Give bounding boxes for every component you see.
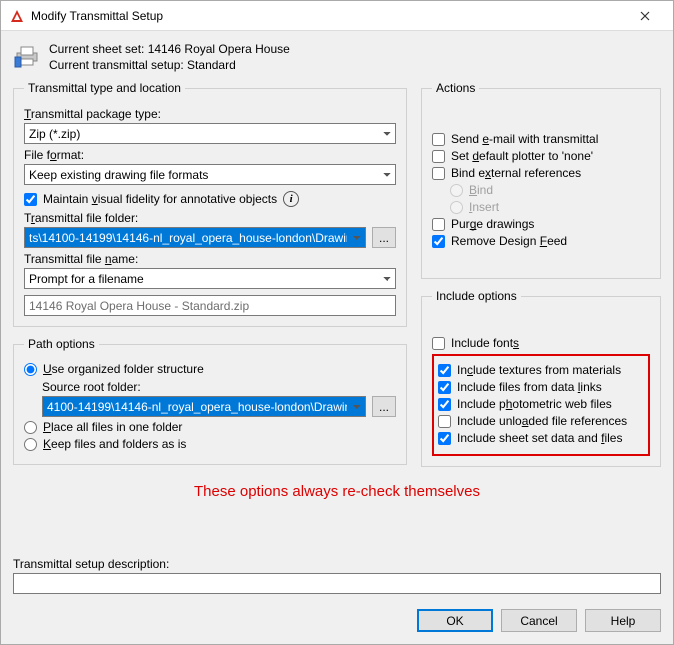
current-sheet-set: Current sheet set: 14146 Royal Opera Hou… bbox=[49, 41, 290, 57]
help-button[interactable]: Help bbox=[585, 609, 661, 632]
send-email-checkbox[interactable] bbox=[432, 133, 445, 146]
file-name-label: Transmittal file name: bbox=[24, 252, 396, 266]
browse-folder-button[interactable]: ... bbox=[372, 227, 396, 248]
include-options-legend: Include options bbox=[432, 289, 521, 303]
dialog-window: Modify Transmittal Setup Current sheet s… bbox=[0, 0, 674, 645]
use-organized-radio[interactable] bbox=[24, 363, 37, 376]
include-textures-checkbox[interactable] bbox=[438, 364, 451, 377]
include-sheetset-checkbox[interactable] bbox=[438, 432, 451, 445]
cancel-button[interactable]: Cancel bbox=[501, 609, 577, 632]
include-options-group: Include options Include fonts Include te… bbox=[421, 289, 661, 467]
file-format-label: File format: bbox=[24, 148, 396, 162]
path-options-group: Path options Use organized folder struct… bbox=[13, 337, 407, 465]
include-unloaded-label: Include unloaded file references bbox=[457, 414, 627, 428]
file-name-preview bbox=[24, 295, 396, 316]
file-folder-select[interactable]: ts\14100-14199\14146-nl_royal_opera_hous… bbox=[24, 227, 366, 248]
remove-feed-checkbox[interactable] bbox=[432, 235, 445, 248]
printer-icon bbox=[13, 41, 41, 73]
current-setup: Current transmittal setup: Standard bbox=[49, 57, 290, 73]
purge-checkbox[interactable] bbox=[432, 218, 445, 231]
set-plotter-label: Set default plotter to 'none' bbox=[451, 149, 593, 163]
set-plotter-checkbox[interactable] bbox=[432, 150, 445, 163]
source-root-select[interactable]: 4100-14199\14146-nl_royal_opera_house-lo… bbox=[42, 396, 366, 417]
path-options-legend: Path options bbox=[24, 337, 99, 351]
package-type-select[interactable]: Zip (*.zip) bbox=[24, 123, 396, 144]
bind-xref-checkbox[interactable] bbox=[432, 167, 445, 180]
app-logo-icon bbox=[9, 8, 25, 24]
bind-radio bbox=[450, 184, 463, 197]
include-datalinks-label: Include files from data links bbox=[457, 380, 602, 394]
remove-feed-label: Remove Design Feed bbox=[451, 234, 567, 248]
include-fonts-label: Include fonts bbox=[451, 336, 519, 350]
actions-legend: Actions bbox=[432, 81, 479, 95]
highlight-box: Include textures from materials Include … bbox=[432, 354, 650, 456]
type-location-group: Transmittal type and location Transmitta… bbox=[13, 81, 407, 327]
include-textures-label: Include textures from materials bbox=[457, 363, 621, 377]
bind-label: Bind bbox=[469, 183, 493, 197]
annotation-text: These options always re-check themselves bbox=[13, 483, 661, 500]
browse-root-button[interactable]: ... bbox=[372, 396, 396, 417]
actions-group: Actions Send e-mail with transmittal Set… bbox=[421, 81, 661, 279]
visual-fidelity-label: Maintain visual fidelity for annotative … bbox=[43, 192, 277, 206]
close-button[interactable] bbox=[625, 1, 665, 31]
place-all-label: Place all files in one folder bbox=[43, 420, 182, 434]
info-icon[interactable]: i bbox=[283, 191, 299, 207]
include-photometric-label: Include photometric web files bbox=[457, 397, 612, 411]
place-all-radio[interactable] bbox=[24, 421, 37, 434]
file-name-select[interactable]: Prompt for a filename bbox=[24, 268, 396, 289]
include-fonts-checkbox[interactable] bbox=[432, 337, 445, 350]
desc-input[interactable] bbox=[13, 573, 661, 594]
desc-label: Transmittal setup description: bbox=[13, 557, 661, 571]
ok-button[interactable]: OK bbox=[417, 609, 493, 632]
file-folder-label: Transmittal file folder: bbox=[24, 211, 396, 225]
use-organized-label: Use organized folder structure bbox=[43, 362, 204, 376]
source-root-label: Source root folder: bbox=[42, 380, 396, 394]
file-format-select[interactable]: Keep existing drawing file formats bbox=[24, 164, 396, 185]
visual-fidelity-checkbox[interactable] bbox=[24, 193, 37, 206]
include-unloaded-checkbox[interactable] bbox=[438, 415, 451, 428]
include-datalinks-checkbox[interactable] bbox=[438, 381, 451, 394]
window-title: Modify Transmittal Setup bbox=[31, 9, 163, 23]
type-location-legend: Transmittal type and location bbox=[24, 81, 185, 95]
include-photometric-checkbox[interactable] bbox=[438, 398, 451, 411]
bind-xref-label: Bind external references bbox=[451, 166, 581, 180]
header-info: Current sheet set: 14146 Royal Opera Hou… bbox=[13, 41, 661, 73]
send-email-label: Send e-mail with transmittal bbox=[451, 132, 598, 146]
purge-label: Purge drawings bbox=[451, 217, 534, 231]
titlebar: Modify Transmittal Setup bbox=[1, 1, 673, 31]
insert-label: Insert bbox=[469, 200, 499, 214]
keep-asis-label: Keep files and folders as is bbox=[43, 437, 186, 451]
package-type-label: Transmittal package type: bbox=[24, 107, 396, 121]
keep-asis-radio[interactable] bbox=[24, 438, 37, 451]
insert-radio bbox=[450, 201, 463, 214]
include-sheetset-label: Include sheet set data and files bbox=[457, 431, 622, 445]
